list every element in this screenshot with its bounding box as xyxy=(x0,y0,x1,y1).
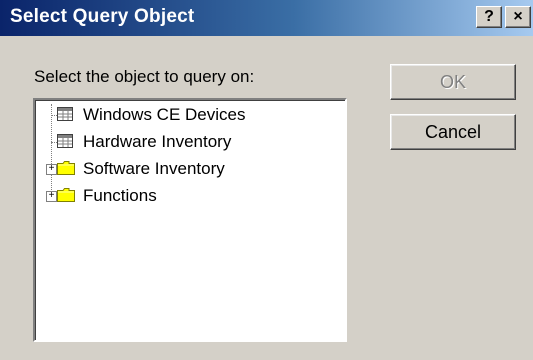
tree-item-functions[interactable]: + Functions xyxy=(46,185,343,207)
dialog-title: Select Query Object xyxy=(10,6,195,27)
tree-item-hardware-inventory[interactable]: Hardware Inventory xyxy=(51,131,343,153)
table-icon xyxy=(57,107,73,121)
help-button[interactable]: ? xyxy=(476,6,502,28)
cancel-button[interactable]: Cancel xyxy=(390,114,516,150)
tree-item-label: Software Inventory xyxy=(83,159,225,178)
expand-toggle[interactable]: + xyxy=(46,191,57,202)
folder-icon xyxy=(57,161,75,175)
tree-item-software-inventory[interactable]: + Software Inventory xyxy=(46,158,343,180)
title-bar[interactable]: Select Query Object ? × xyxy=(0,0,533,36)
expand-toggle[interactable]: + xyxy=(46,164,57,175)
folder-icon xyxy=(57,188,75,202)
tree-item-label: Hardware Inventory xyxy=(83,132,232,151)
ok-button[interactable]: OK xyxy=(390,64,516,100)
select-query-object-dialog: Select Query Object ? × Select the objec… xyxy=(0,0,533,360)
object-tree[interactable]: Windows CE Devices Hardware Inventory + xyxy=(33,98,347,342)
table-icon xyxy=(57,134,73,148)
tree-item-label: Functions xyxy=(83,186,157,205)
close-button[interactable]: × xyxy=(505,6,531,28)
tree-item-windows-ce-devices[interactable]: Windows CE Devices xyxy=(51,104,343,126)
prompt-label: Select the object to query on: xyxy=(34,67,255,86)
tree-item-label: Windows CE Devices xyxy=(83,105,246,124)
tree-connector-line xyxy=(51,104,52,196)
